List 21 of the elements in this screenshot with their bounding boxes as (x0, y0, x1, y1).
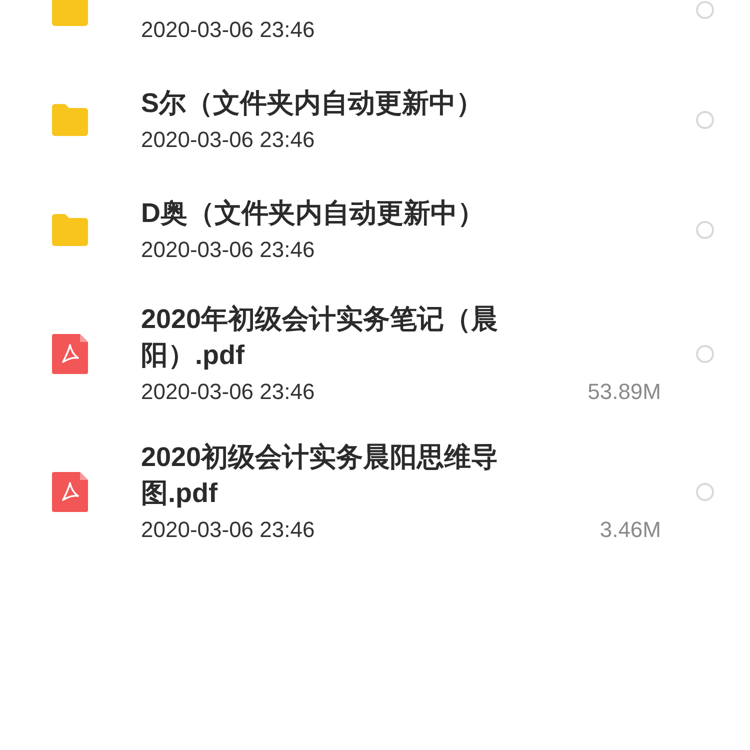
folder-icon (52, 104, 88, 136)
folder-icon (52, 0, 88, 26)
pdf-file-icon (52, 334, 88, 374)
file-name: 2020年初级会计实务笔记（晨阳）.pdf (141, 303, 500, 372)
modified-date: 2020-03-06 23:46 (141, 516, 315, 544)
file-name: D奥（文件夹内自动更新中） (141, 197, 486, 230)
select-radio[interactable] (696, 1, 714, 19)
file-size: 53.89M (588, 378, 661, 406)
folder-icon (52, 214, 88, 246)
modified-date: 2020-03-06 23:46 (141, 378, 315, 406)
file-size: 3.46M (600, 516, 661, 544)
modified-date: 2020-03-06 23:46 (141, 126, 315, 154)
modified-date: 2020-03-06 23:46 (141, 236, 315, 264)
select-radio[interactable] (696, 221, 714, 239)
file-name: S尔（文件夹内自动更新中） (141, 87, 484, 120)
select-radio[interactable] (696, 111, 714, 129)
file-name: 2020初级会计实务晨阳思维导图.pdf (141, 441, 500, 510)
select-radio[interactable] (696, 345, 714, 363)
select-radio[interactable] (696, 483, 714, 501)
modified-date: 2020-03-06 23:46 (141, 16, 315, 44)
pdf-file-icon (52, 472, 88, 512)
